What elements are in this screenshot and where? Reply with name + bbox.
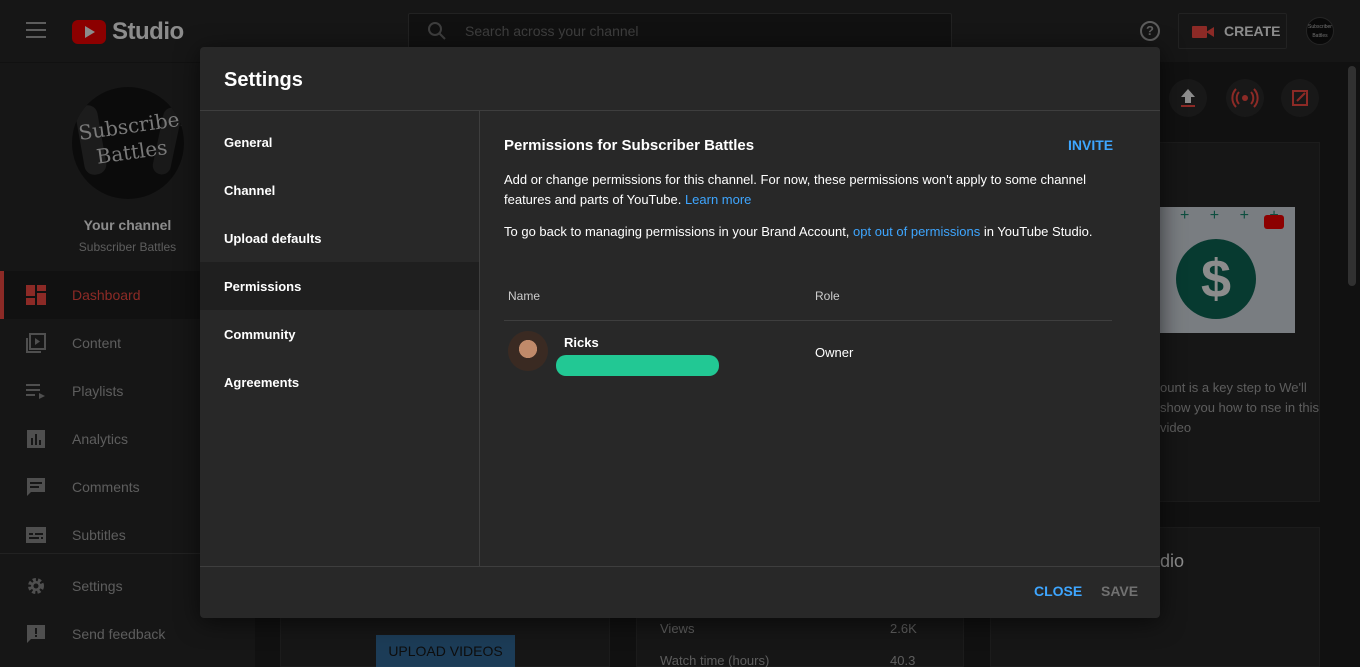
settings-tab-upload-defaults[interactable]: Upload defaults: [200, 214, 479, 262]
table-divider: [504, 320, 1112, 321]
learn-more-link[interactable]: Learn more: [685, 192, 751, 207]
opt-out-link[interactable]: opt out of permissions: [853, 224, 980, 239]
permissions-description: Add or change permissions for this chann…: [504, 170, 1124, 210]
permissions-description-text: Add or change permissions for this chann…: [504, 172, 1087, 207]
settings-tab-agreements[interactable]: Agreements: [200, 358, 479, 406]
opt-out-text-1: To go back to managing permissions in yo…: [504, 224, 854, 239]
opt-out-text-2: in YouTube Studio.: [980, 224, 1093, 239]
permissions-opt-out-text: To go back to managing permissions in yo…: [504, 222, 1124, 242]
close-button[interactable]: CLOSE: [1034, 583, 1082, 599]
permissions-title: Permissions for Subscriber Battles: [504, 137, 755, 154]
dialog-divider: [200, 566, 1160, 567]
settings-tab-channel[interactable]: Channel: [200, 166, 479, 214]
avatar: [508, 331, 548, 371]
settings-tab-permissions[interactable]: Permissions: [200, 262, 479, 310]
redacted-email: [556, 355, 719, 376]
dialog-title: Settings: [224, 69, 303, 91]
invite-button[interactable]: INVITE: [1068, 137, 1113, 153]
settings-tab-community[interactable]: Community: [200, 310, 479, 358]
settings-tab-general[interactable]: General: [200, 118, 479, 166]
settings-dialog: Settings General Channel Upload defaults…: [200, 47, 1160, 618]
save-button[interactable]: SAVE: [1101, 583, 1138, 599]
dialog-divider: [200, 110, 1160, 111]
user-role[interactable]: Owner: [815, 345, 853, 360]
user-name: Ricks: [564, 335, 599, 350]
column-header-name: Name: [508, 289, 541, 303]
dialog-divider: [479, 111, 480, 566]
column-header-role: Role: [815, 289, 840, 303]
